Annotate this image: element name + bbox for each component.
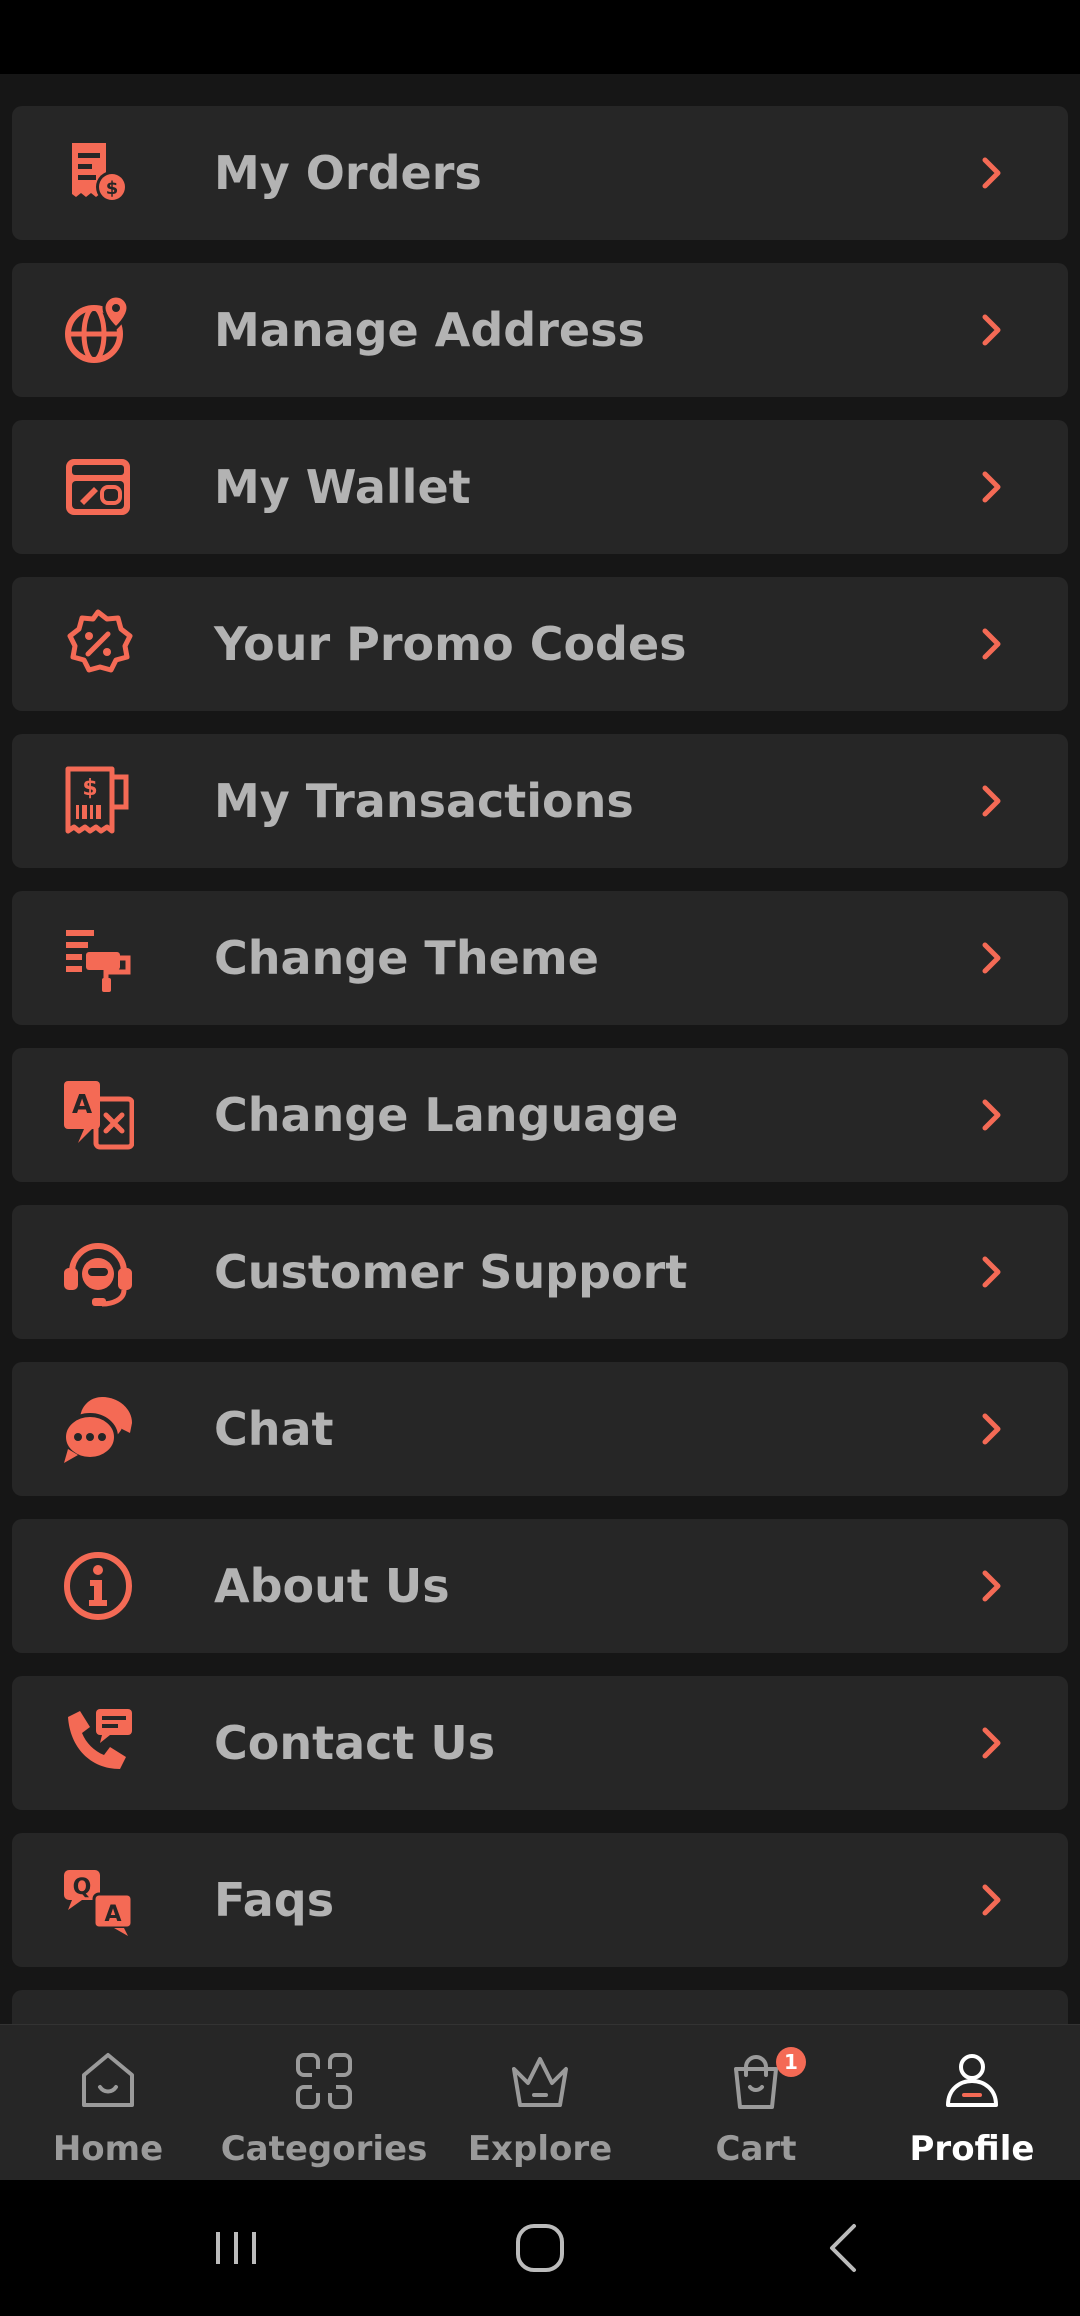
nav-label: Explore — [467, 2129, 613, 2169]
menu-item-label: Change Theme — [214, 931, 599, 985]
nav-label: Profile — [909, 2129, 1035, 2169]
menu-item-change-theme[interactable]: Change Theme — [12, 891, 1068, 1025]
receipt-dollar-icon: $ — [62, 137, 134, 209]
percent-badge-icon — [62, 608, 134, 680]
qa-icon: QA — [62, 1864, 134, 1936]
chevron-right-icon — [972, 624, 1012, 664]
menu-item-label: My Orders — [214, 146, 482, 200]
nav-item-categories[interactable]: Categories — [216, 2025, 432, 2181]
menu-item-label: My Wallet — [214, 460, 471, 514]
menu-item-chat[interactable]: Chat — [12, 1362, 1068, 1496]
nav-label: Home — [52, 2129, 164, 2169]
status-bar — [0, 0, 1080, 74]
menu-item-change-language[interactable]: A Change Language — [12, 1048, 1068, 1182]
nav-item-profile[interactable]: Profile — [864, 2025, 1080, 2181]
menu-item-label: Customer Support — [214, 1245, 688, 1299]
menu-item-my-transactions[interactable]: $ My Transactions — [12, 734, 1068, 868]
menu-item-manage-address[interactable]: Manage Address — [12, 263, 1068, 397]
chevron-right-icon — [972, 1723, 1012, 1763]
recent-apps-icon[interactable] — [196, 2208, 276, 2288]
menu-item-label: Change Language — [214, 1088, 679, 1142]
menu-item-contact-us[interactable]: Contact Us — [12, 1676, 1068, 1810]
menu-item-label: About Us — [214, 1559, 450, 1613]
chevron-right-icon — [972, 1409, 1012, 1449]
cart-count-badge: 1 — [776, 2047, 806, 2077]
chevron-right-icon — [972, 1252, 1012, 1292]
home-icon — [76, 2049, 140, 2113]
nav-item-explore[interactable]: Explore — [432, 2025, 648, 2181]
chevron-right-icon — [972, 153, 1012, 193]
headset-icon — [62, 1236, 134, 1308]
system-navigation-bar — [0, 2180, 1080, 2316]
nav-label: Categories — [220, 2129, 428, 2169]
menu-item-partial[interactable] — [12, 1990, 1068, 2024]
bottom-navigation: Home Categories Explore 1 Cart Profile — [0, 2024, 1080, 2181]
menu-item-label: My Transactions — [214, 774, 634, 828]
svg-text:$: $ — [82, 776, 97, 801]
chevron-right-icon — [972, 310, 1012, 350]
menu-item-my-orders[interactable]: $ My Orders — [12, 106, 1068, 240]
home-button-icon[interactable] — [500, 2208, 580, 2288]
chevron-right-icon — [972, 1880, 1012, 1920]
globe-pin-icon — [62, 294, 134, 366]
svg-text:A: A — [104, 1902, 121, 1927]
svg-text:A: A — [72, 1090, 92, 1120]
translate-icon: A — [62, 1079, 134, 1151]
phone-message-icon — [62, 1707, 134, 1779]
menu-item-label: Chat — [214, 1402, 334, 1456]
svg-text:Q: Q — [73, 1875, 92, 1900]
menu-item-faqs[interactable]: QA Faqs — [12, 1833, 1068, 1967]
menu-item-label: Manage Address — [214, 303, 645, 357]
chat-bubbles-icon — [62, 1393, 134, 1465]
back-icon[interactable] — [804, 2208, 884, 2288]
menu-item-my-wallet[interactable]: My Wallet — [12, 420, 1068, 554]
transaction-receipt-icon: $ — [62, 765, 134, 837]
wallet-icon — [62, 451, 134, 523]
chevron-right-icon — [972, 781, 1012, 821]
menu-item-about-us[interactable]: About Us — [12, 1519, 1068, 1653]
menu-item-label: Contact Us — [214, 1716, 496, 1770]
paint-roller-icon — [62, 922, 134, 994]
svg-text:$: $ — [106, 178, 119, 199]
crown-icon — [508, 2049, 572, 2113]
nav-label: Cart — [715, 2129, 797, 2169]
chevron-right-icon — [972, 1095, 1012, 1135]
menu-item-customer-support[interactable]: Customer Support — [12, 1205, 1068, 1339]
nav-item-cart[interactable]: 1 Cart — [648, 2025, 864, 2181]
profile-icon — [940, 2049, 1004, 2113]
categories-icon — [292, 2049, 356, 2113]
menu-item-label: Your Promo Codes — [214, 617, 687, 671]
chevron-right-icon — [972, 1566, 1012, 1606]
chevron-right-icon — [972, 467, 1012, 507]
info-icon — [62, 1550, 134, 1622]
chevron-right-icon — [972, 938, 1012, 978]
menu-item-label: Faqs — [214, 1873, 335, 1927]
profile-menu-list: $ My Orders Manage Address My Wallet You… — [0, 74, 1080, 2024]
menu-item-your-promo-codes[interactable]: Your Promo Codes — [12, 577, 1068, 711]
nav-item-home[interactable]: Home — [0, 2025, 216, 2181]
